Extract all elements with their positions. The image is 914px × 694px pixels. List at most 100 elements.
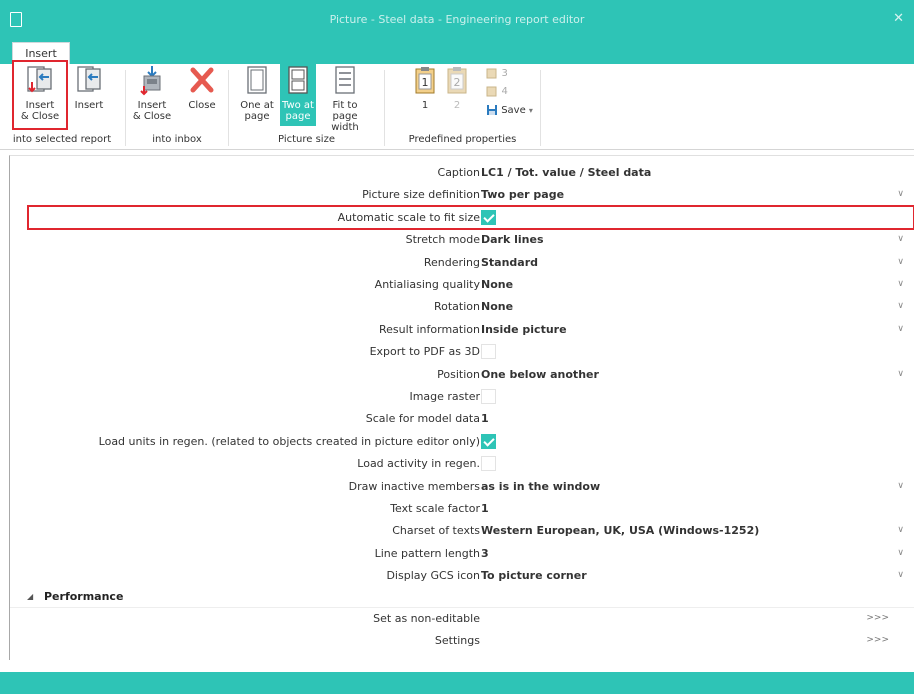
performance-label: Performance	[44, 590, 124, 603]
checkbox[interactable]	[481, 456, 496, 472]
property-select[interactable]: To picture corner	[481, 569, 587, 582]
one-at-page-label: One at page	[240, 100, 274, 122]
close-button[interactable]: Close	[185, 64, 219, 126]
settings-action-button[interactable]: >>>	[866, 635, 889, 645]
property-label: Scale for model data	[365, 412, 480, 426]
performance-section-header[interactable]: ◢ Performance	[10, 586, 914, 608]
two-at-page-button[interactable]: Two at page	[280, 64, 316, 126]
property-select[interactable]: Western European, UK, USA (Windows-1252)	[481, 524, 759, 537]
insert-report-button[interactable]: Insert	[72, 64, 106, 126]
fit-to-page-width-icon	[335, 66, 355, 94]
insert-report-label: Insert	[74, 100, 104, 111]
close-window-icon[interactable]: ✕	[893, 11, 904, 26]
property-select[interactable]: Inside picture	[481, 323, 567, 336]
property-label: Antialiasing quality	[374, 278, 480, 291]
predefined-3-button[interactable]: 3	[486, 66, 508, 79]
property-row: Stretch mode Dark lines ∨	[10, 229, 914, 251]
property-select[interactable]: None	[481, 300, 513, 313]
insert-report-icon	[77, 66, 101, 92]
predefined-1-button[interactable]: 1 1	[410, 64, 440, 126]
property-select[interactable]: 3	[481, 547, 489, 560]
save-icon	[487, 105, 497, 115]
property-label: Stretch mode	[405, 233, 480, 247]
chevron-down-icon[interactable]: ∨	[897, 324, 904, 334]
property-select[interactable]: as is in the window	[481, 480, 600, 493]
two-at-page-icon	[288, 66, 308, 94]
property-row: Charset of texts Western European, UK, US…	[10, 520, 914, 542]
chevron-down-icon[interactable]: ∨	[897, 234, 904, 244]
property-label: Position	[437, 367, 480, 381]
fit-to-page-width-label: Fit to page width	[331, 100, 359, 133]
property-select[interactable]: One below another	[481, 368, 599, 381]
predefined-2-button[interactable]: 2 2	[442, 64, 472, 126]
chevron-down-icon[interactable]: ∨	[897, 369, 904, 379]
chevron-down-icon[interactable]: ∨	[897, 189, 904, 199]
property-label: Rotation	[433, 300, 480, 314]
chevron-down-icon[interactable]: ∨	[897, 481, 904, 491]
predefined-2-label: 2	[453, 100, 461, 111]
group-separator	[540, 70, 541, 146]
property-row: Rotation None ∨	[10, 296, 914, 318]
chevron-down-icon[interactable]: ∨	[897, 525, 904, 535]
property-value[interactable]: LC1 / Tot. value / Steel data	[481, 166, 651, 179]
performance-row-settings: Settings >>>	[10, 630, 914, 652]
title-bar: Picture - Steel data - Engineering repor…	[0, 0, 914, 42]
property-label: Picture size definition	[362, 188, 480, 202]
status-bar	[0, 672, 914, 694]
chevron-down-icon[interactable]: ∨	[897, 301, 904, 311]
fit-to-page-width-button[interactable]: Fit to page width	[320, 64, 370, 133]
property-row: Antialiasing quality None ∨	[10, 274, 914, 296]
ribbon-tab-bar: Insert	[0, 42, 914, 64]
insert-close-inbox-label: Insert & Close	[132, 100, 172, 122]
highlight-automatic-scale	[27, 205, 914, 230]
property-label: Load units in regen. (related to objects…	[98, 434, 480, 448]
inbox-icon	[140, 66, 161, 96]
group-label-into-selected-report: into selected report	[12, 134, 112, 145]
property-label: Draw inactive members	[348, 479, 480, 493]
save-button[interactable]: Save ▾	[486, 104, 533, 116]
property-row: Position One below another ∨	[10, 364, 914, 386]
svg-text:1: 1	[422, 76, 429, 89]
set-as-non-editable-action-button[interactable]: >>>	[866, 613, 889, 623]
insert-close-inbox-button[interactable]: Insert & Close	[130, 64, 174, 126]
collapse-triangle-icon[interactable]: ◢	[27, 592, 33, 601]
predefined-4-button[interactable]: 4	[486, 84, 508, 97]
chevron-down-icon: ▾	[528, 106, 533, 115]
highlight-insert-close	[12, 60, 68, 130]
close-label: Close	[188, 100, 216, 111]
group-label-picture-size: Picture size	[278, 134, 335, 145]
property-row: Draw inactive members as is in the window…	[10, 476, 914, 498]
property-label: Caption	[437, 166, 480, 179]
clipboard-3-icon	[486, 68, 497, 79]
property-select[interactable]: Standard	[481, 256, 538, 269]
property-select[interactable]: None	[481, 278, 513, 291]
chevron-down-icon[interactable]: ∨	[897, 279, 904, 289]
property-label: Text scale factor	[390, 502, 480, 515]
one-at-page-button[interactable]: One at page	[239, 64, 275, 126]
property-row: Load units in regen. (related to objects…	[10, 431, 914, 453]
property-value[interactable]: 1	[481, 412, 489, 425]
close-icon	[190, 67, 214, 93]
property-row: Export to PDF as 3D	[10, 341, 914, 363]
property-select[interactable]: Dark lines	[481, 233, 544, 246]
document-icon	[10, 12, 22, 27]
property-label: Rendering	[423, 255, 480, 269]
property-row: Rendering Standard ∨	[10, 252, 914, 274]
chevron-down-icon[interactable]: ∨	[897, 570, 904, 580]
checkbox-checked[interactable]	[481, 433, 496, 449]
property-select[interactable]: Two per page	[481, 188, 564, 201]
property-label: Line pattern length	[374, 546, 480, 560]
predefined-3-label: 3	[501, 68, 508, 79]
checkbox[interactable]	[481, 344, 496, 360]
property-label: Export to PDF as 3D	[369, 345, 480, 359]
settings-label: Settings	[434, 634, 480, 647]
property-row: Text scale factor 1	[10, 498, 914, 520]
checkbox[interactable]	[481, 389, 496, 404]
chevron-down-icon[interactable]: ∨	[897, 257, 904, 267]
property-row: Scale for model data 1	[10, 408, 914, 430]
property-row: Display GCS icon To picture corner ∨	[10, 565, 914, 587]
predefined-4-label: 4	[501, 86, 508, 97]
property-value[interactable]: 1	[481, 502, 489, 515]
chevron-down-icon[interactable]: ∨	[897, 548, 904, 558]
two-at-page-label: Two at page	[282, 100, 314, 122]
